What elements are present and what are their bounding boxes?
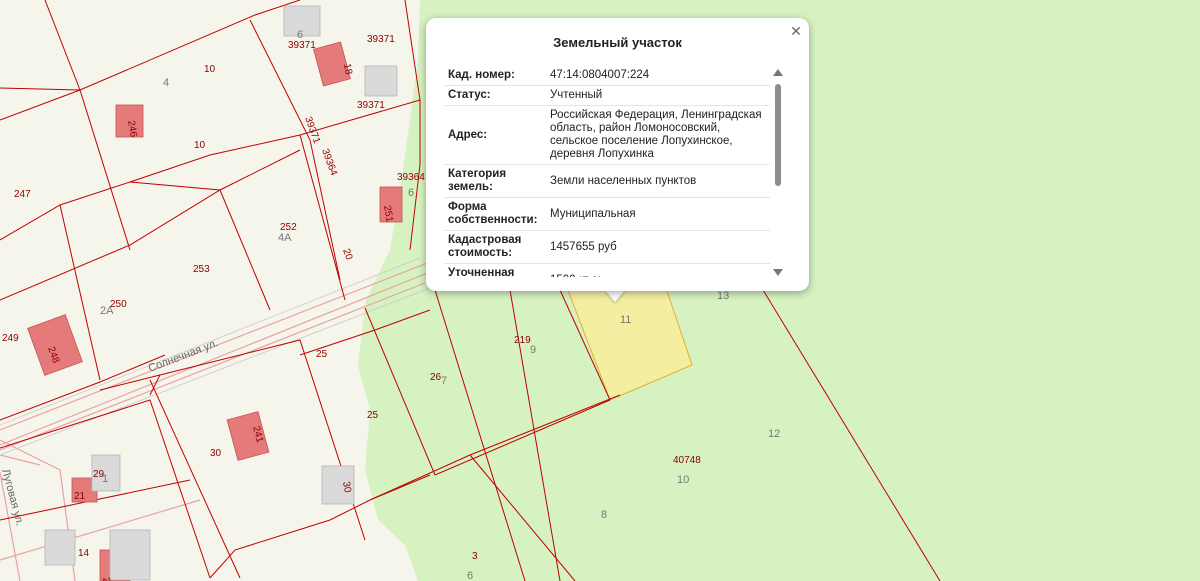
cad-label: 249	[2, 333, 19, 344]
cad-label: 14	[78, 548, 90, 559]
house-number: 9	[530, 344, 536, 356]
cad-label: 253	[193, 264, 210, 275]
house-number: 4А	[278, 232, 292, 244]
popup-body[interactable]: Кад. номер: 47:14:0804007:224 Статус: Уч…	[444, 66, 770, 277]
cad-label: 10	[194, 140, 206, 151]
cad-label: 39364	[397, 172, 425, 183]
info-key: Категория земель:	[444, 164, 546, 198]
cad-label: 39371	[288, 40, 316, 51]
house-number: 10	[677, 474, 689, 486]
info-row: Кад. номер: 47:14:0804007:224	[444, 66, 770, 86]
cad-label: 247	[14, 189, 31, 200]
info-row: Кадастровая стоимость: 1457655 руб	[444, 230, 770, 264]
info-row: Категория земель: Земли населенных пункт…	[444, 164, 770, 198]
cad-label: 219	[514, 335, 531, 346]
house-number: 2А	[100, 305, 114, 317]
info-key: Кад. номер:	[444, 66, 546, 86]
info-value: Учтенный	[546, 85, 770, 106]
cad-label: 26	[430, 372, 442, 383]
close-icon[interactable]: ✕	[789, 24, 803, 38]
cad-label: 39371	[367, 34, 395, 45]
info-key: Статус:	[444, 85, 546, 106]
info-value: Российская Федерация, Ленинградская обла…	[546, 105, 770, 165]
scroll-up-icon[interactable]	[773, 69, 783, 76]
outbuilding	[109, 529, 151, 581]
info-row: Адрес: Российская Федерация, Ленинградск…	[444, 105, 770, 165]
scroll-down-icon[interactable]	[773, 269, 783, 276]
popup-scrollbar[interactable]	[773, 66, 783, 276]
house-number: 4	[163, 77, 169, 89]
info-row: Форма собственности: Муниципальная	[444, 197, 770, 231]
info-value: Земли населенных пунктов	[546, 164, 770, 198]
outbuilding	[44, 529, 76, 566]
info-value: 1457655 руб	[546, 230, 770, 264]
info-value: Муниципальная	[546, 197, 770, 231]
scroll-thumb[interactable]	[775, 84, 781, 186]
cad-label: 39371	[357, 100, 385, 111]
info-key: Форма собственности:	[444, 197, 546, 231]
house-number: 6	[297, 29, 303, 41]
outbuilding	[364, 65, 398, 97]
info-row: Статус: Учтенный	[444, 85, 770, 106]
house-number: 12	[768, 428, 780, 440]
house-number: 13	[717, 290, 729, 302]
info-key: Уточненная площадь:	[444, 263, 546, 277]
house-number: 7	[441, 375, 447, 387]
house-number: 8	[601, 509, 607, 521]
info-key: Адрес:	[444, 105, 546, 165]
cad-label: 30	[210, 448, 222, 459]
cad-label: 25	[367, 410, 379, 421]
cad-label: 25	[316, 349, 328, 360]
cad-label: 3	[472, 551, 478, 562]
house-number: 6	[408, 187, 414, 199]
cad-label: 21	[74, 491, 86, 502]
parcel-info-popup: Земельный участок ✕ Кад. номер: 47:14:08…	[426, 18, 809, 291]
cad-label: 10	[204, 64, 216, 75]
info-key: Кадастровая стоимость:	[444, 230, 546, 264]
house-number: 1	[102, 473, 108, 485]
info-value: 47:14:0804007:224	[546, 66, 770, 86]
cad-label: 20	[100, 577, 113, 581]
info-row: Уточненная площадь: 1500 кв.м	[444, 263, 770, 277]
house-number: 11	[620, 314, 631, 326]
parcel-info-table: Кад. номер: 47:14:0804007:224 Статус: Уч…	[444, 66, 770, 277]
info-value: 1500 кв.м	[546, 263, 770, 277]
popup-title: Земельный участок	[553, 35, 682, 50]
cad-label: 40748	[673, 455, 701, 466]
house-number: 6	[467, 570, 473, 581]
